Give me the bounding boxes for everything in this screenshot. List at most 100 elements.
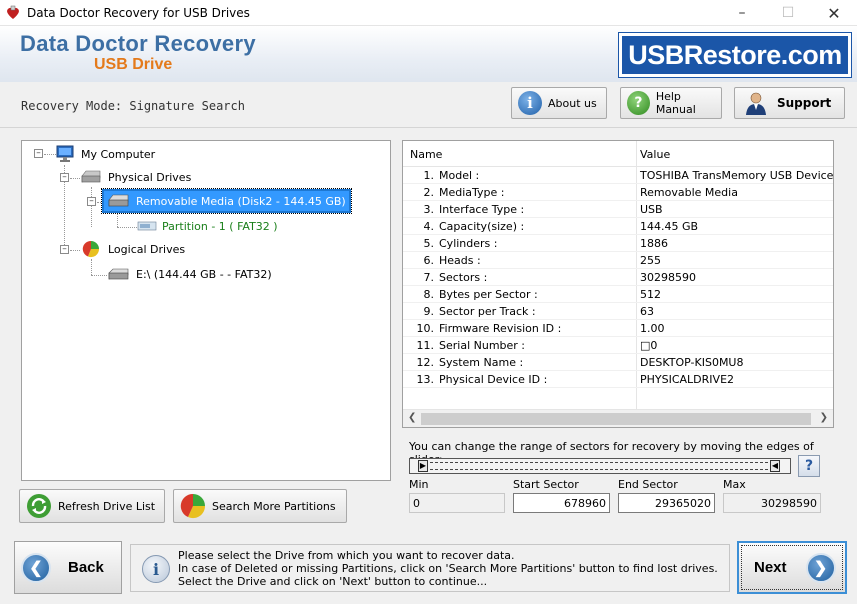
pie-chart-icon: [82, 240, 100, 258]
tree-label-partition-1: Partition - 1 ( FAT32 ): [162, 219, 278, 233]
row-number: 3.: [423, 203, 435, 216]
row-number: 11.: [416, 339, 435, 352]
table-row[interactable]: 9. Sector per Track : 63: [403, 303, 833, 320]
search-more-label: Search More Partitions: [212, 499, 336, 513]
app-icon: [7, 5, 19, 19]
start-sector-label: Start Sector: [513, 478, 579, 491]
table-row[interactable]: 13. Physical Device ID : PHYSICALDRIVE2: [403, 371, 833, 388]
row-number: 13.: [416, 373, 435, 386]
property-value: Removable Media: [640, 186, 738, 199]
property-name: Physical Device ID :: [439, 373, 548, 386]
tree-node-partition-1[interactable]: Partition - 1 ( FAT32 ): [136, 219, 278, 233]
expand-toggle-my-computer[interactable]: –: [34, 149, 43, 158]
min-label: Min: [409, 478, 429, 491]
table-row[interactable]: 4. Capacity(size) : 144.45 GB: [403, 218, 833, 235]
property-value: 144.45 GB: [640, 220, 699, 233]
column-header-name[interactable]: Name: [410, 148, 442, 161]
tree-node-drive-e[interactable]: E:\ (144.44 GB - - FAT32): [107, 267, 272, 281]
help-manual-button[interactable]: ? Help Manual: [620, 87, 722, 119]
sector-range-slider[interactable]: ▶ ◀: [409, 458, 791, 474]
support-button[interactable]: Support: [734, 87, 845, 119]
tree-node-logical-drives[interactable]: Logical Drives: [80, 239, 185, 259]
slider-end-handle[interactable]: ◀: [770, 460, 780, 472]
table-row[interactable]: 8. Bytes per Sector : 512: [403, 286, 833, 303]
info-line-1: Please select the Drive from which you w…: [178, 549, 515, 562]
maximize-button[interactable]: ☐: [765, 0, 811, 26]
table-row[interactable]: 5. Cylinders : 1886: [403, 235, 833, 252]
brand-subtitle: USB Drive: [94, 56, 173, 73]
back-button[interactable]: ❮ Back: [14, 541, 122, 594]
row-number: 1.: [423, 169, 435, 182]
refresh-drive-list-button[interactable]: Refresh Drive List: [19, 489, 165, 523]
refresh-label: Refresh Drive List: [58, 499, 156, 513]
column-header-value[interactable]: Value: [640, 148, 670, 161]
end-sector-label: End Sector: [618, 478, 678, 491]
close-button[interactable]: ✕: [811, 0, 857, 26]
brand-title: Data Doctor Recovery: [20, 31, 256, 56]
table-row[interactable]: 2. MediaType : Removable Media: [403, 184, 833, 201]
tree-label-removable-media: Removable Media (Disk2 - 144.45 GB): [136, 194, 346, 208]
property-name: Sectors :: [439, 271, 488, 284]
tree-label-logical-drives: Logical Drives: [108, 242, 186, 256]
support-label: Support: [777, 96, 832, 110]
scroll-left-icon[interactable]: ❮: [408, 412, 416, 423]
info-line-2: In case of Deleted or missing Partitions…: [178, 562, 718, 575]
tree-node-removable-media[interactable]: Removable Media (Disk2 - 144.45 GB): [101, 188, 352, 214]
drive-properties-table[interactable]: Name Value 1. Model : TOSHIBA TransMemory …: [402, 140, 834, 428]
property-name: Sector per Track :: [439, 305, 536, 318]
about-us-button[interactable]: i About us: [511, 87, 607, 119]
property-name: Heads :: [439, 254, 481, 267]
table-row[interactable]: 10. Firmware Revision ID : 1.00: [403, 320, 833, 337]
info-panel: i Please select the Drive from which you…: [130, 544, 730, 592]
row-number: 10.: [416, 322, 435, 335]
info-line-3: Select the Drive and click on 'Next' but…: [178, 575, 488, 588]
row-number: 4.: [423, 220, 435, 233]
scrollbar-thumb[interactable]: [421, 413, 811, 425]
minimize-button[interactable]: –: [719, 0, 765, 26]
mode-bar: Recovery Mode: Signature Search i About …: [0, 82, 857, 128]
property-value: PHYSICALDRIVE2: [640, 373, 735, 386]
property-name: Capacity(size) :: [439, 220, 525, 233]
end-sector-field[interactable]: 29365020: [618, 493, 715, 513]
horizontal-scrollbar[interactable]: ❮ ❯: [403, 409, 833, 427]
scroll-right-icon[interactable]: ❯: [820, 412, 828, 423]
next-label: Next: [754, 559, 787, 576]
property-name: Interface Type :: [439, 203, 525, 216]
back-arrow-icon: ❮: [21, 552, 51, 583]
removable-drive-icon: [108, 194, 129, 207]
drive-icon: [108, 268, 129, 280]
max-sector-field: 30298590: [723, 493, 821, 513]
property-name: Bytes per Sector :: [439, 288, 538, 301]
property-value: 1886: [640, 237, 668, 250]
property-value: TOSHIBA TransMemory USB Device: [640, 169, 834, 182]
expand-toggle-removable-media[interactable]: –: [87, 197, 96, 206]
tree-node-physical-drives[interactable]: Physical Drives: [80, 169, 191, 185]
slider-help-button[interactable]: ?: [798, 455, 820, 477]
property-value: 255: [640, 254, 661, 267]
row-number: 2.: [423, 186, 435, 199]
table-row[interactable]: 12. System Name : DESKTOP-KIS0MU8: [403, 354, 833, 371]
drive-tree[interactable]: – My Computer – Physical Drives – Remova…: [21, 140, 391, 481]
expand-toggle-logical-drives[interactable]: –: [60, 245, 69, 254]
table-row[interactable]: 3. Interface Type : USB: [403, 201, 833, 218]
table-row[interactable]: 11. Serial Number : □0: [403, 337, 833, 354]
search-more-partitions-button[interactable]: Search More Partitions: [173, 489, 347, 523]
tree-node-my-computer[interactable]: My Computer: [55, 144, 155, 164]
row-number: 7.: [423, 271, 435, 284]
back-label: Back: [68, 559, 104, 576]
property-name: Firmware Revision ID :: [439, 322, 562, 335]
table-row[interactable]: 6. Heads : 255: [403, 252, 833, 269]
row-number: 8.: [423, 288, 435, 301]
computer-icon: [56, 145, 74, 162]
table-row[interactable]: 1. Model : TOSHIBA TransMemory USB Device: [403, 167, 834, 184]
recovery-mode-label: Recovery Mode: Signature Search: [21, 99, 245, 113]
next-arrow-icon: ❯: [805, 552, 836, 583]
slider-start-handle[interactable]: ▶: [418, 460, 428, 472]
sector-range-group: You can change the range of sectors for …: [402, 434, 834, 520]
expand-toggle-physical-drives[interactable]: –: [60, 173, 69, 182]
table-row[interactable]: 7. Sectors : 30298590: [403, 269, 833, 286]
pie-chart-icon: [180, 493, 206, 519]
start-sector-field[interactable]: 678960: [513, 493, 610, 513]
info-icon: i: [518, 91, 542, 115]
next-button[interactable]: Next ❯: [737, 541, 847, 594]
